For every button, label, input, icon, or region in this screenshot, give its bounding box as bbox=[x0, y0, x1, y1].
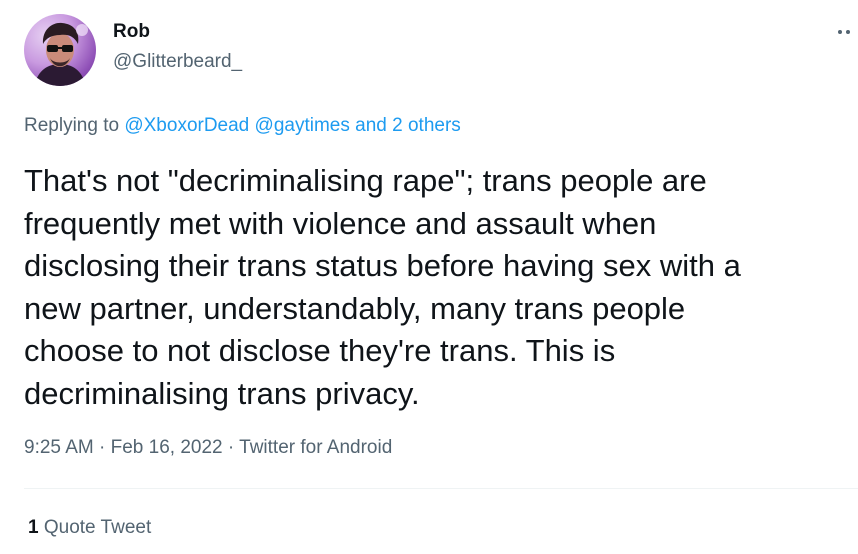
more-dot-icon bbox=[838, 30, 842, 34]
tweet-text: That's not "decriminalising rape"; trans… bbox=[24, 160, 854, 415]
author-display-name[interactable]: Rob bbox=[113, 20, 150, 44]
mention-link-xboxordead[interactable]: @XboxorDead bbox=[124, 115, 249, 136]
quote-count: 1 bbox=[28, 517, 39, 538]
divider bbox=[24, 488, 858, 489]
mention-connector[interactable]: and bbox=[355, 115, 387, 136]
replying-to-line: Replying to @XboxorDead @gaytimes and 2 … bbox=[24, 114, 461, 138]
more-options-button[interactable] bbox=[836, 22, 858, 42]
meta-separator: · bbox=[227, 437, 235, 458]
quote-tweets-stat[interactable]: 1 Quote Tweet bbox=[28, 516, 151, 540]
tweet-time[interactable]: 9:25 AM bbox=[24, 437, 94, 458]
tweet-detail: Rob @Glitterbeard_ Replying to @XboxorDe… bbox=[0, 0, 858, 554]
meta-separator: · bbox=[99, 437, 106, 458]
tweet-date[interactable]: Feb 16, 2022 bbox=[111, 437, 223, 458]
author-handle[interactable]: @Glitterbeard_ bbox=[113, 50, 242, 74]
avatar[interactable] bbox=[24, 14, 96, 86]
more-dot-icon bbox=[846, 30, 850, 34]
replying-to-label: Replying to bbox=[24, 115, 120, 136]
profile-photo-icon bbox=[34, 22, 88, 86]
mention-link-gaytimes[interactable]: @gaytimes bbox=[255, 115, 350, 136]
tweet-text-line: That's not "decriminalising rape"; trans… bbox=[24, 163, 707, 198]
mention-others-link[interactable]: 2 others bbox=[392, 115, 461, 136]
tweet-text-line: decriminalising trans privacy. bbox=[24, 375, 420, 411]
tweet-text-line: choose to not disclose they're trans. Th… bbox=[24, 333, 616, 368]
quote-label: Quote Tweet bbox=[43, 517, 152, 538]
tweet-text-line: disclosing their trans status before hav… bbox=[24, 248, 741, 283]
tweet-metadata: 9:25 AM · Feb 16, 2022 · Twitter for And… bbox=[24, 436, 392, 460]
tweet-source[interactable]: Twitter for Android bbox=[239, 437, 392, 458]
tweet-text-line: new partner, understandably, many trans … bbox=[24, 290, 686, 326]
tweet-text-line: frequently met with violence and assault… bbox=[24, 205, 657, 241]
